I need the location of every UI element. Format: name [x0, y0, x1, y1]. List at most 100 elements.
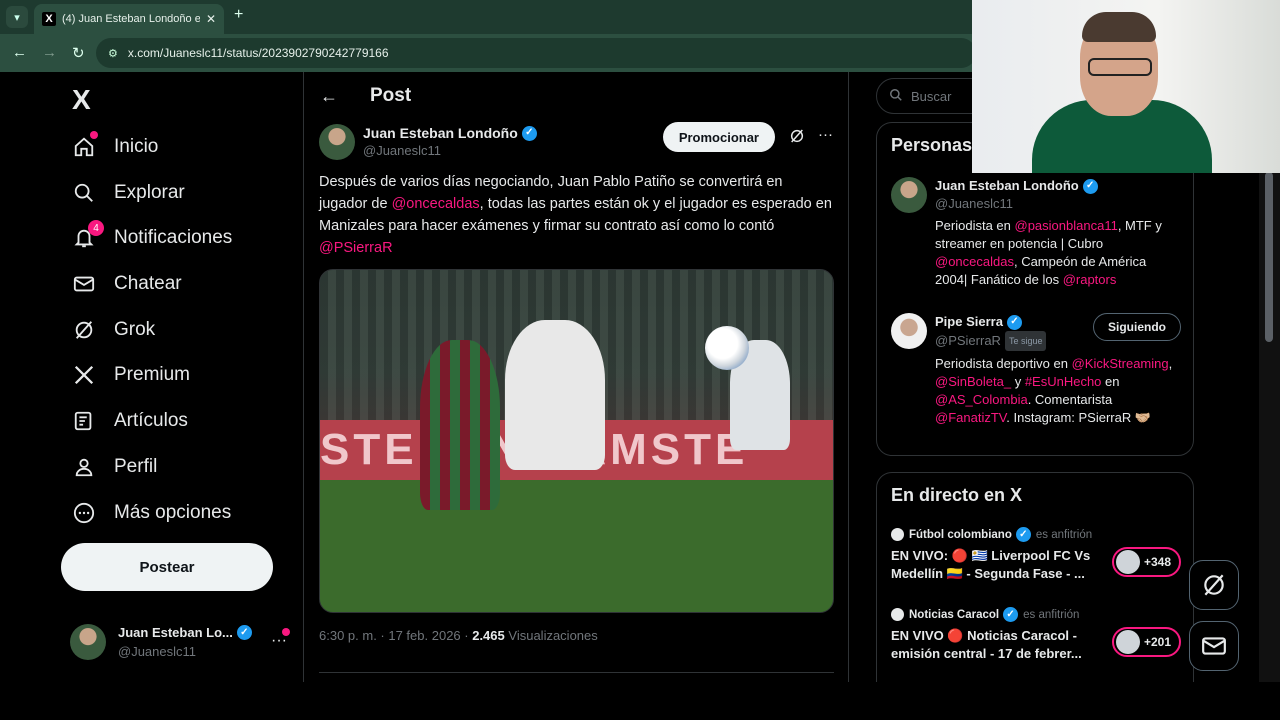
host-avatar — [891, 608, 904, 621]
grok-icon[interactable] — [789, 128, 805, 148]
listener-count: +201 — [1143, 635, 1171, 649]
following-button[interactable]: Siguiendo — [1093, 313, 1181, 341]
host-role: es anfitrión — [1023, 608, 1080, 621]
bio-text: en — [1101, 374, 1120, 389]
author-handle[interactable]: @Juaneslc11 — [363, 142, 537, 160]
nav-label: Premium — [114, 364, 191, 385]
mention-link[interactable]: @FanatizTV — [935, 410, 1006, 425]
mention-link[interactable]: @oncecaldas — [935, 254, 1014, 269]
bio-text: , — [1168, 356, 1173, 371]
hashtag-link[interactable]: #EsUnHecho — [1025, 374, 1102, 389]
author-name[interactable]: Juan Esteban Londoño — [363, 124, 518, 142]
listeners-pill[interactable]: +201 — [1111, 627, 1181, 657]
site-info-icon[interactable]: ⚙ — [108, 47, 118, 60]
bottom-letterbox — [0, 682, 1280, 720]
bio-text: . Instagram: PSierraR 🤝🏼 — [1006, 410, 1152, 425]
back-arrow-icon[interactable]: ← — [12, 44, 27, 61]
nav-item-inicio[interactable]: Inicio — [72, 127, 158, 167]
article-icon — [72, 409, 96, 433]
host-role: es anfitrión — [1035, 528, 1093, 541]
tab-search-button[interactable]: ▾ — [6, 6, 28, 28]
post-photo[interactable]: STEBAN · AMSTE — [319, 269, 834, 613]
close-tab-icon[interactable]: ✕ — [206, 12, 216, 26]
host-avatar — [891, 528, 904, 541]
verified-badge-icon: ✓ — [1003, 607, 1019, 622]
bio-text: Periodista deportivo en — [935, 356, 1072, 371]
webcam-person-hair — [1082, 12, 1156, 42]
nav-item-grok[interactable]: Grok — [72, 310, 155, 350]
nav-item-explorar[interactable]: Explorar — [72, 173, 185, 213]
nav-label: Artículos — [114, 410, 188, 431]
new-tab-button[interactable]: + — [234, 6, 243, 24]
verified-badge-icon: ✓ — [1015, 527, 1031, 542]
mail-icon — [72, 272, 96, 296]
mention-link[interactable]: @AS_Colombia — [935, 392, 1028, 407]
mention-link[interactable]: @pasionblanca11 — [1015, 218, 1118, 233]
nav-label: Perfil — [114, 456, 158, 477]
author-avatar[interactable] — [319, 124, 355, 160]
nav-item-premium[interactable]: Premium — [72, 355, 190, 395]
webcam-overlay — [972, 0, 1280, 173]
account-switcher[interactable]: Juan Esteban Lo... ✓ @Juaneslc11 ··· — [70, 620, 295, 664]
search-placeholder: Buscar — [911, 88, 952, 104]
nav-label: Inicio — [114, 136, 159, 157]
more-dots-icon[interactable]: ··· — [271, 632, 287, 650]
x-favicon-icon: X — [42, 12, 56, 26]
post-time[interactable]: 6:30 p. m. · 17 feb. 2026 — [319, 628, 461, 643]
live-space-item[interactable]: Fútbol colombiano ✓ es anfitrión EN VIVO: … — [891, 527, 1181, 583]
browser-tab[interactable]: X (4) Juan Esteban Londoño en X ✕ — [34, 4, 224, 34]
url-text: x.com/Juaneslc11/status/2023902790242779… — [127, 46, 389, 60]
follows-you-tag: Te sigue — [1004, 331, 1047, 351]
post-button[interactable]: Postear — [61, 543, 273, 591]
views-label: Visualizaciones — [508, 628, 598, 643]
photo-player — [505, 320, 605, 470]
grok-fab-button[interactable] — [1189, 560, 1239, 610]
mention-link[interactable]: @raptors — [1063, 272, 1117, 287]
verified-badge-icon: ✓ — [521, 125, 537, 141]
back-arrow-icon[interactable]: ← — [320, 86, 342, 107]
x-logo-icon[interactable]: X — [72, 84, 91, 116]
more-circle-icon — [72, 501, 96, 525]
person-bio: Periodista en @pasionblanca11, MTF y str… — [935, 217, 1181, 289]
forward-arrow-icon[interactable]: → — [42, 44, 57, 61]
more-dots-icon[interactable]: ··· — [818, 126, 833, 143]
card-title: En directo en X — [891, 485, 1023, 505]
notification-badge: 4 — [88, 220, 104, 236]
photo-player — [420, 340, 500, 510]
nav-item-perfil[interactable]: Perfil — [72, 447, 157, 487]
mention-link[interactable]: @KickStreaming — [1072, 356, 1169, 371]
nav-label: Notificaciones — [114, 227, 233, 248]
scrollbar-thumb[interactable] — [1265, 172, 1273, 342]
bio-text: . Comentarista — [1027, 392, 1113, 407]
avatar[interactable] — [891, 313, 927, 349]
address-bar[interactable]: ⚙ x.com/Juaneslc11/status/20239027902427… — [96, 38, 976, 68]
post-meta: 6:30 p. m. · 17 feb. 2026 · 2.465 Visual… — [319, 628, 598, 643]
avatar[interactable] — [891, 177, 927, 213]
listener-count: +348 — [1143, 555, 1171, 569]
listeners-pill[interactable]: +348 — [1111, 547, 1181, 577]
nav-item-mas-opciones[interactable]: Más opciones — [72, 493, 231, 533]
nav-item-articulos[interactable]: Artículos — [72, 401, 188, 441]
nav-item-notificaciones[interactable]: 4 Notificaciones — [72, 218, 232, 258]
live-space-item[interactable]: Noticias Caracol ✓ es anfitrión EN VIVO 🔴 … — [891, 607, 1181, 663]
person-item[interactable]: Pipe Sierra ✓ @PSierraR Te sigue Siguiendo… — [891, 313, 1181, 427]
messages-fab-button[interactable] — [1189, 621, 1239, 671]
person-name[interactable]: Juan Esteban Londoño — [935, 177, 1079, 195]
promote-button[interactable]: Promocionar — [662, 122, 775, 152]
mention-link[interactable]: @oncecaldas — [392, 196, 480, 212]
person-name[interactable]: Pipe Sierra — [935, 313, 1003, 331]
verified-badge-icon: ✓ — [236, 625, 252, 640]
new-dot-icon — [90, 131, 98, 139]
mention-link[interactable]: @PSierraR — [319, 240, 393, 256]
card-title: Personas — [891, 135, 973, 155]
grok-icon — [72, 318, 96, 342]
left-navigation: X Inicio Explorar 4 Notificaciones Chate… — [0, 72, 303, 682]
mention-link[interactable]: @SinBoleta_ — [935, 374, 1011, 389]
person-item[interactable]: Juan Esteban Londoño ✓ @Juaneslc11 Period… — [891, 177, 1181, 289]
bell-icon: 4 — [72, 220, 104, 250]
reload-icon[interactable]: ↻ — [72, 44, 85, 62]
x-icon — [72, 363, 96, 387]
verified-badge-icon: ✓ — [1082, 178, 1098, 194]
bio-text: y — [1011, 374, 1025, 389]
nav-item-chatear[interactable]: Chatear — [72, 264, 182, 304]
